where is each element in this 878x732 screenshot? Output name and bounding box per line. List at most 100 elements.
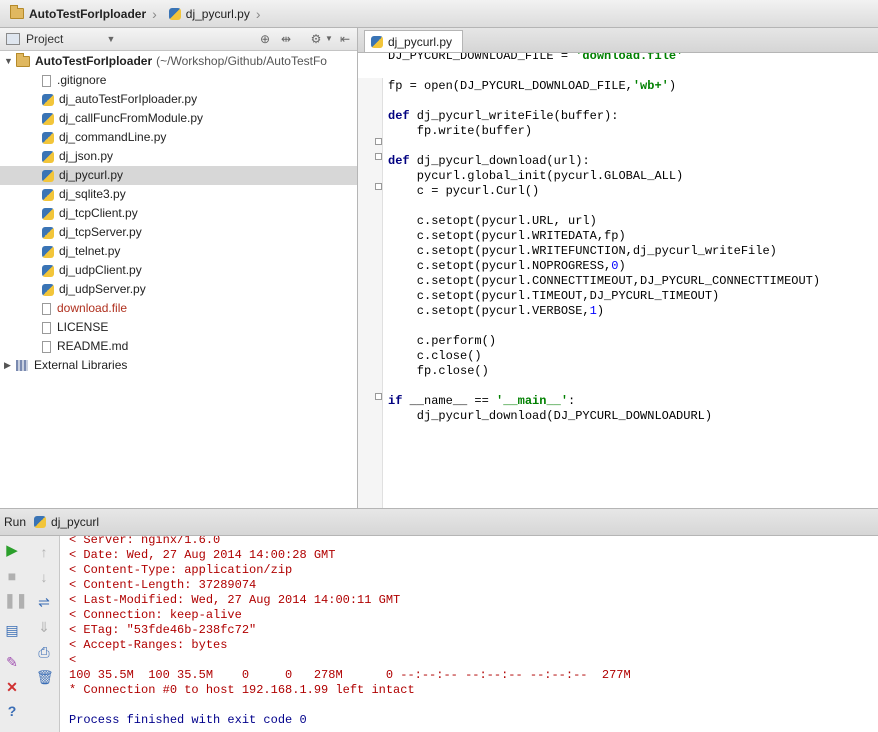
tree-file-label: dj_callFuncFromModule.py <box>59 111 204 125</box>
text-file-icon <box>42 302 51 315</box>
project-panel: Project ▼ ⊕ ⇹ ⚙ ▼ ⇤ ▼ AutoTestForIploade… <box>0 28 358 508</box>
rerun-play-icon[interactable]: ▶ <box>4 543 20 559</box>
breadcrumb-file-label: dj_pycurl.py <box>185 6 250 21</box>
chevron-right-icon: › <box>152 5 157 22</box>
help-icon[interactable]: ? <box>4 703 20 719</box>
pin-icon[interactable]: ✎ <box>4 654 20 670</box>
editor-tab-bar: dj_pycurl.py <box>358 28 878 53</box>
chevron-right-icon: › <box>255 5 261 22</box>
tree-file-label: dj_telnet.py <box>59 244 121 258</box>
code-text[interactable]: DJ_PYCURL_DOWNLOAD_FILE = 'download.file… <box>388 53 820 424</box>
project-view-label[interactable]: Project <box>26 32 63 46</box>
pause-icon[interactable]: ❚❚ <box>4 592 27 608</box>
breadcrumb-project[interactable]: AutoTestForIploader › <box>6 3 165 25</box>
text-file-icon <box>42 321 51 334</box>
run-header: Run dj_pycurl <box>0 508 878 536</box>
editor-panel: dj_pycurl.py DJ_PYCURL_DOWNLOAD_FILE = '… <box>358 28 878 508</box>
tree-file-label: dj_json.py <box>59 149 114 163</box>
collapsed-triangle-icon[interactable]: ▶ <box>4 356 16 375</box>
tree-file-item[interactable]: dj_tcpServer.py <box>0 223 357 242</box>
arrow-up-icon[interactable]: ↑ <box>36 544 52 560</box>
tab-label: dj_pycurl.py <box>388 34 453 49</box>
tree-file-label: LICENSE <box>57 320 109 334</box>
tree-file-item[interactable]: dj_udpServer.py <box>0 280 357 299</box>
gear-dropdown-icon[interactable]: ▼ <box>322 32 336 46</box>
fold-marker-icon[interactable] <box>375 183 382 190</box>
root-name: AutoTestForIploader <box>35 54 153 68</box>
tree-file-label: .gitignore <box>57 73 107 87</box>
python-file-icon <box>42 150 54 163</box>
breadcrumb: AutoTestForIploader › dj_pycurl.py › <box>0 0 878 28</box>
folder-icon <box>16 53 30 67</box>
python-file-icon <box>371 35 383 48</box>
tree-file-item[interactable]: dj_pycurl.py <box>0 166 357 185</box>
breadcrumb-project-label: AutoTestForIploader <box>29 6 147 21</box>
editor-gutter <box>358 78 383 508</box>
trash-icon[interactable]: 🗑 <box>36 669 54 685</box>
tree-file-label: dj_autoTestForIploader.py <box>59 92 198 106</box>
console-text: < Server: nginx/1.6.0 < Date: Wed, 27 Au… <box>69 536 631 727</box>
python-file-icon <box>34 516 47 528</box>
tree-file-label: download.file <box>57 301 128 315</box>
arrow-down-icon[interactable]: ↓ <box>36 569 52 585</box>
dropdown-arrow-icon[interactable]: ▼ <box>104 32 118 46</box>
run-config-tab[interactable]: dj_pycurl <box>51 515 99 529</box>
project-tree: ▼ AutoTestForIploader (~/Workshop/Github… <box>0 51 357 375</box>
close-icon[interactable]: ✕ <box>4 679 20 695</box>
gear-icon[interactable]: ⚙ <box>309 32 323 46</box>
fold-marker-icon[interactable] <box>375 153 382 160</box>
root-path: (~/Workshop/Github/AutoTestFo <box>156 54 327 68</box>
python-file-icon <box>42 93 54 106</box>
tree-file-label: README.md <box>57 339 129 353</box>
tree-file-item[interactable]: dj_sqlite3.py <box>0 185 357 204</box>
tree-file-label: dj_pycurl.py <box>59 168 124 182</box>
scroll-to-end-icon[interactable]: ⇓ <box>36 619 52 635</box>
dump-threads-icon[interactable]: ▤ <box>4 622 20 638</box>
code-area[interactable]: DJ_PYCURL_DOWNLOAD_FILE = 'download.file… <box>358 53 878 508</box>
expand-triangle-icon[interactable]: ▼ <box>4 52 16 71</box>
tree-file-item[interactable]: LICENSE <box>0 318 357 337</box>
soft-wrap-icon[interactable]: ⇌ <box>36 594 52 610</box>
external-libraries-label: External Libraries <box>34 358 128 372</box>
python-file-icon <box>42 169 54 182</box>
tree-file-item[interactable]: dj_telnet.py <box>0 242 357 261</box>
tree-file-item[interactable]: .gitignore <box>0 71 357 90</box>
tab-dj-pycurl[interactable]: dj_pycurl.py <box>364 30 464 52</box>
tree-file-item[interactable]: dj_commandLine.py <box>0 128 357 147</box>
stop-icon[interactable]: ■ <box>4 568 20 584</box>
locate-target-icon[interactable]: ⊕ <box>258 32 272 46</box>
python-file-icon <box>42 283 54 296</box>
tree-file-label: dj_commandLine.py <box>59 130 167 144</box>
collapse-all-icon[interactable]: ⇹ <box>279 32 293 46</box>
fold-marker-icon[interactable] <box>375 393 382 400</box>
python-file-icon <box>42 245 54 258</box>
folder-icon <box>10 5 24 19</box>
python-file-icon <box>42 207 54 220</box>
tree-file-item[interactable]: dj_autoTestForIploader.py <box>0 90 357 109</box>
python-file-icon <box>42 188 54 201</box>
hide-panel-icon[interactable]: ⇤ <box>338 32 352 46</box>
python-file-icon <box>42 226 54 239</box>
tree-root[interactable]: ▼ AutoTestForIploader (~/Workshop/Github… <box>0 52 357 71</box>
tree-file-item[interactable]: dj_callFuncFromModule.py <box>0 109 357 128</box>
python-file-icon <box>42 112 54 125</box>
tree-file-item[interactable]: README.md <box>0 337 357 356</box>
tree-file-label: dj_udpClient.py <box>59 263 142 277</box>
tree-file-label: dj_udpServer.py <box>59 282 146 296</box>
python-file-icon <box>42 264 54 277</box>
tree-file-item[interactable]: download.file <box>0 299 357 318</box>
tree-file-item[interactable]: dj_tcpClient.py <box>0 204 357 223</box>
project-view-icon <box>6 33 20 45</box>
console-output[interactable]: < Server: nginx/1.6.0 < Date: Wed, 27 Au… <box>60 536 878 732</box>
tree-file-item[interactable]: dj_json.py <box>0 147 357 166</box>
python-file-icon <box>168 7 181 20</box>
print-icon[interactable]: ⎙ <box>36 644 52 660</box>
tree-file-item[interactable]: dj_udpClient.py <box>0 261 357 280</box>
breadcrumb-file[interactable]: dj_pycurl.py › <box>165 3 269 25</box>
tree-external-libraries[interactable]: ▶ External Libraries <box>0 356 357 375</box>
tree-file-label: dj_tcpServer.py <box>59 225 142 239</box>
run-label: Run <box>4 515 27 529</box>
project-toolbar: Project ▼ ⊕ ⇹ ⚙ ▼ ⇤ <box>0 28 357 51</box>
fold-marker-icon[interactable] <box>375 138 382 145</box>
text-file-icon <box>42 340 51 353</box>
